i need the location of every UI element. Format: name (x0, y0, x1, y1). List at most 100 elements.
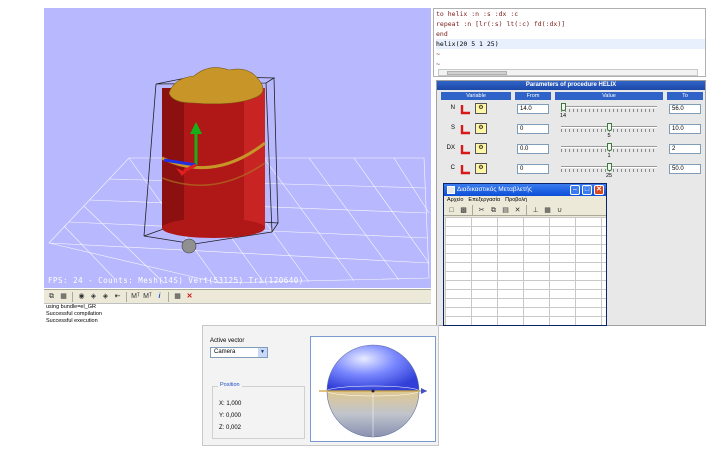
console-line: Successful compilation (46, 311, 102, 317)
orientation-sphere[interactable] (310, 336, 436, 442)
to-input[interactable]: 56.0 (669, 104, 701, 114)
slider-config-button[interactable]: ⚙ (475, 163, 487, 174)
window-app-icon (447, 186, 455, 194)
console-line: Successful execution (46, 318, 98, 324)
code-line: repeat :n [lr(:s) lt(:c) fd(:dx)] (436, 20, 566, 28)
y-coordinate: Y: 0,000 (219, 413, 242, 419)
m-axis-icon[interactable]: Mᵀ (131, 292, 140, 301)
scrollbar-thumb[interactable] (447, 71, 507, 75)
x-coordinate: X: 1,000 (219, 401, 242, 407)
m-axis-alt-icon[interactable]: Mᵀ (143, 292, 152, 301)
axis-icon[interactable]: ⊥ (531, 206, 540, 215)
param-name: DX (446, 145, 455, 151)
find-prev-icon[interactable]: ◈ (101, 292, 110, 301)
slider-value-label: 1 (607, 153, 611, 159)
save-icon[interactable]: ▦ (59, 292, 68, 301)
to-input[interactable]: 50.0 (669, 164, 701, 174)
column-header-value: Value (555, 92, 663, 100)
sphere-graphic (319, 344, 427, 438)
print-icon[interactable]: ▩ (459, 206, 468, 215)
delete-icon[interactable]: ✕ (513, 206, 522, 215)
column-header-variable: Variable (441, 92, 511, 100)
toolbar-separator (526, 205, 527, 215)
variable-manager-window: Διαδικαστικός Μεταβλετής – □ ✕ Αρχείο Επ… (443, 183, 607, 326)
red-l-icon[interactable] (459, 123, 472, 135)
active-vector-panel: Active vector Camera ▼ Position X: 1,000… (202, 325, 439, 446)
menu-edit[interactable]: Επεξεργασία (468, 196, 500, 205)
red-l-icon[interactable] (459, 163, 472, 175)
param-name: S (450, 125, 455, 131)
close-button[interactable]: ✕ (594, 185, 604, 195)
console-toolbar: ⧉ ▦ ◉ ◈ ◈ ⇤ Mᵀ Mᵀ i ▦ ✕ (44, 289, 431, 303)
helix-top (168, 67, 264, 105)
toolbar-separator (126, 291, 127, 302)
cut-icon[interactable]: ✂ (477, 206, 486, 215)
minimize-button[interactable]: – (570, 185, 580, 195)
column-header-from: From (515, 92, 551, 100)
grid-icon[interactable]: ▦ (173, 292, 182, 301)
slider-value-label: 14 (559, 113, 567, 119)
position-legend: Position (218, 382, 242, 388)
chevron-down-icon[interactable]: ▼ (258, 348, 267, 357)
red-l-icon[interactable] (459, 103, 472, 115)
value-slider-thumb[interactable] (607, 163, 612, 171)
to-input[interactable]: 10.0 (669, 124, 701, 134)
code-line: end (436, 30, 448, 38)
value-slider-thumb[interactable] (607, 143, 612, 151)
fps-counter: FPS: 24 - Counts: Mesh(14S) Vert(53125) … (48, 276, 304, 285)
active-vector-label: Active vector (210, 338, 245, 344)
variables-grid[interactable] (445, 217, 606, 325)
column-header-to: To (667, 92, 703, 100)
slider-value-label: 5 (607, 133, 611, 139)
slider-config-button[interactable]: ⚙ (475, 123, 487, 134)
from-input[interactable]: 14.0 (517, 104, 549, 114)
editor-hscrollbar[interactable] (438, 69, 698, 76)
toolbar-separator (472, 205, 473, 215)
empty-line-marker: ~ (436, 50, 440, 58)
new-file-icon[interactable]: □ (447, 206, 456, 215)
close-icon[interactable]: ✕ (185, 292, 194, 301)
code-line: to helix :n :s :dx :c (436, 10, 519, 18)
find-next-icon[interactable]: ◈ (89, 292, 98, 301)
window-toolbar: □ ▩ ✂ ⧉ ▤ ✕ ⊥ ▦ ∪ (444, 205, 606, 216)
position-group: Position X: 1,000 Y: 0,000 Z: 0,002 (212, 382, 305, 439)
param-name: C (450, 165, 455, 171)
from-input[interactable]: 0 (517, 164, 549, 174)
slider-config-button[interactable]: ⚙ (475, 143, 487, 154)
import-icon[interactable]: ⇤ (113, 292, 122, 301)
to-input[interactable]: 2 (669, 144, 701, 154)
3d-scene (48, 67, 430, 284)
empty-line-marker: ~ (436, 60, 440, 68)
active-vector-select[interactable]: Camera ▼ (210, 347, 268, 358)
toolbar-separator (168, 291, 169, 302)
menu-file[interactable]: Αρχείο (447, 196, 463, 205)
menu-view[interactable]: Προβολή (505, 196, 527, 205)
slider-config-button[interactable]: ⚙ (475, 103, 487, 114)
value-slider-thumb[interactable] (607, 123, 612, 131)
panel-title: Parameters of procedure HELIX (437, 81, 705, 90)
value-slider-thumb[interactable] (561, 103, 566, 111)
slider-value-label: 25 (605, 173, 613, 179)
window-menubar: Αρχείο Επεξεργασία Προβολή (444, 196, 606, 205)
table-icon[interactable]: ▦ (543, 206, 552, 215)
sphere-marker (181, 238, 197, 254)
console-line: using bundle=el_GR (46, 304, 96, 310)
curve-icon[interactable]: ∪ (555, 206, 564, 215)
toolbar-separator (72, 291, 73, 302)
from-input[interactable]: 0.0 (517, 144, 549, 154)
info-icon[interactable]: i (155, 292, 164, 301)
select-value: Camera (214, 349, 236, 355)
value-slider-ticks (561, 109, 657, 112)
code-line-current: helix(20 5 1 25) (436, 39, 705, 49)
maximize-button[interactable]: □ (582, 185, 592, 195)
copy-icon[interactable]: ⧉ (47, 292, 56, 301)
3d-viewport[interactable]: FPS: 24 - Counts: Mesh(14S) Vert(53125) … (44, 8, 431, 288)
binoculars-icon[interactable]: ◉ (77, 292, 86, 301)
from-input[interactable]: 0 (517, 124, 549, 134)
red-l-icon[interactable] (459, 143, 472, 155)
paste-icon[interactable]: ▤ (501, 206, 510, 215)
console-output: using bundle=el_GR Successful compilatio… (44, 303, 431, 326)
copy-icon[interactable]: ⧉ (489, 206, 498, 215)
code-editor[interactable]: to helix :n :s :dx :c repeat :n [lr(:s) … (433, 8, 706, 77)
value-slider-track[interactable] (561, 106, 657, 108)
